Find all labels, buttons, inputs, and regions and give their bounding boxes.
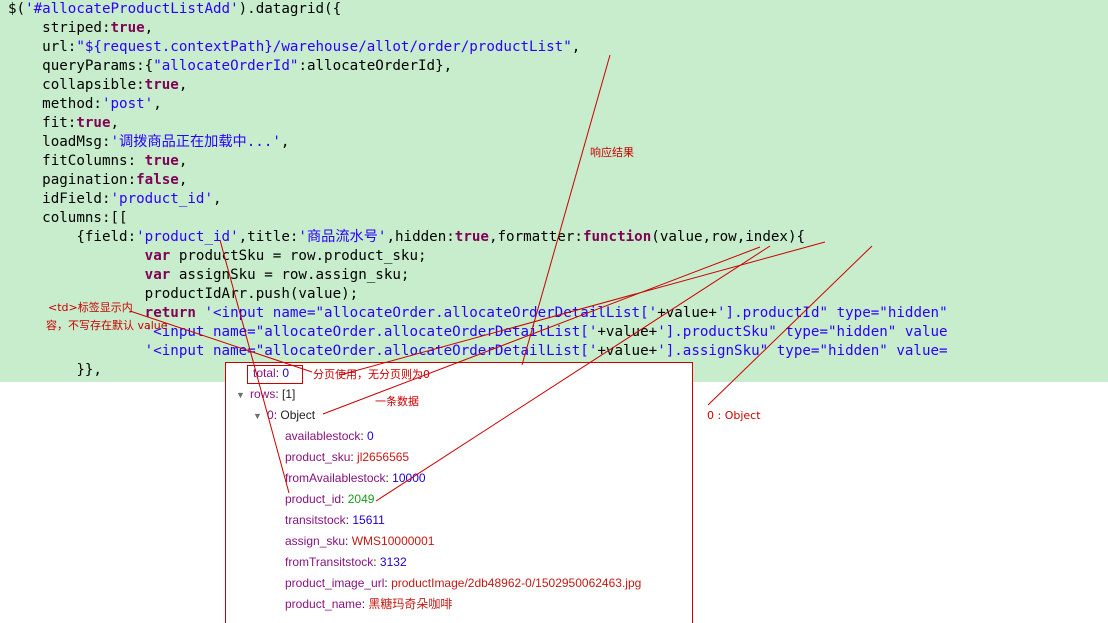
annotation-td-note-2: 容，不写存在默认 value [46, 319, 168, 332]
code-line: method:'post', [8, 96, 162, 112]
code-line: striped:true, [8, 20, 154, 36]
json-response-viewer: total: 0 ▼ rows: [1] ▼ 0: Object available… [225, 362, 693, 623]
code-line: loadMsg:'调拨商品正在加载中...', [8, 134, 290, 150]
annotation-object: 0 : Object [707, 409, 761, 422]
annotation-td-note: <td>标签显示内 [48, 301, 133, 314]
object-field: fromTransitstock: 3132 [285, 555, 407, 569]
total-row: total: 0 [253, 366, 290, 380]
annotation-response-result: 响应结果 [590, 146, 634, 159]
code-line: columns:[[ [8, 210, 128, 226]
object-field: product_image_url: productImage/2db48962… [285, 576, 642, 590]
code-line: url:"${request.contextPath}/warehouse/al… [8, 39, 581, 55]
code-line: }}, [8, 362, 102, 378]
object-field: product_id: 2049 [285, 492, 375, 506]
annotation-pagination: 分页使用，无分页则为0 [313, 368, 430, 381]
code-line: $('#allocateProductListAdd').datagrid({ [8, 1, 342, 17]
object-field: fromAvailablestock: 10000 [285, 471, 426, 485]
code-line: pagination:false, [8, 172, 188, 188]
object-field: assign_sku: WMS10000001 [285, 534, 435, 548]
object-field: product_sku: jl2656565 [285, 450, 410, 464]
code-line: var assignSku = row.assign_sku; [144, 267, 410, 283]
expand-triangle-icon[interactable]: ▼ [253, 407, 267, 425]
object-field: transitstock: 15611 [285, 513, 385, 527]
object-field: availablestock: 0 [285, 429, 374, 443]
code-line: fitColumns: true, [8, 153, 188, 169]
object-field: product_name: 黑糖玛奇朵咖啡 [285, 597, 453, 611]
object-row[interactable]: ▼ 0: Object [253, 406, 315, 424]
annotation-one-record: 一条数据 [375, 395, 419, 408]
code-line: '<input name="allocateOrder.allocateOrde… [144, 343, 948, 359]
code-line: var productSku = row.product_sku; [144, 248, 427, 264]
code-line: {field:'product_id',title:'商品流水号',hidden… [8, 229, 806, 245]
code-line: queryParams:{"allocateOrderId":allocateO… [8, 58, 453, 74]
code-line: collapsible:true, [8, 77, 188, 93]
rows-row[interactable]: ▼ rows: [1] [236, 385, 295, 403]
expand-triangle-icon[interactable]: ▼ [236, 386, 250, 404]
code-line: fit:true, [8, 115, 120, 131]
code-line: idField:'product_id', [8, 191, 222, 207]
